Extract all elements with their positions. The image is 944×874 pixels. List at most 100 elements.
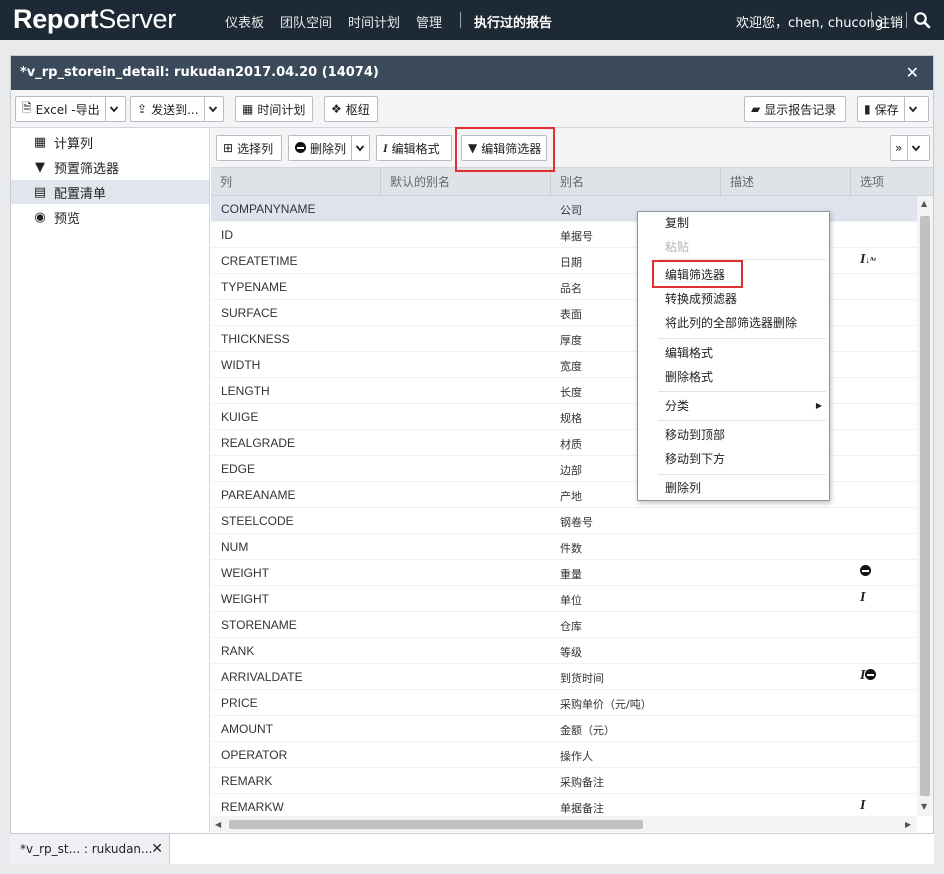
table-row[interactable]: PRICE 采购单价（元/吨）	[211, 690, 917, 716]
scroll-up-icon[interactable]: ▲	[921, 199, 927, 208]
menu-item-convert-prefilter[interactable]: 转换成预滤器	[638, 288, 829, 310]
menu-item-edit-format[interactable]: 编辑格式	[638, 342, 829, 364]
alias-cell[interactable]: 采购备注	[560, 774, 604, 790]
alias-cell[interactable]: 日期	[560, 254, 582, 270]
alias-cell[interactable]: 采购单价（元/吨）	[560, 696, 652, 712]
scroll-right-icon[interactable]: ▶	[905, 820, 911, 829]
alias-cell[interactable]: 仓库	[560, 618, 582, 634]
close-icon[interactable]: ✕	[151, 834, 163, 864]
alias-cell[interactable]: 厚度	[560, 332, 582, 348]
table-row[interactable]: AMOUNT 金额（元）	[211, 716, 917, 742]
horizontal-scrollbar[interactable]: ◀ ▶	[211, 816, 917, 832]
sidebar-item-preview[interactable]: ◉ 预览	[11, 205, 209, 229]
alias-cell[interactable]: 单据号	[560, 228, 593, 244]
table-row[interactable]: STEELCODE 钢卷号	[211, 508, 917, 534]
column-name-cell: KUIGE	[221, 410, 259, 424]
filter-removed-icon	[865, 669, 877, 680]
table-row[interactable]: REMARKW 单据备注 I	[211, 794, 917, 816]
alias-cell[interactable]: 单据备注	[560, 800, 604, 816]
header-alias[interactable]: 别名	[551, 168, 721, 196]
alias-cell[interactable]: 金额（元）	[560, 722, 615, 738]
menu-item-delete-column[interactable]: 删除列	[638, 477, 829, 499]
menu-item-move-bottom[interactable]: 移动到下方	[638, 448, 829, 470]
nav-scheduler[interactable]: 时间计划	[348, 12, 400, 31]
header-column[interactable]: 列	[211, 168, 381, 196]
nav-divider	[871, 12, 872, 28]
alias-cell[interactable]: 长度	[560, 384, 582, 400]
table-row[interactable]: OPERATOR 操作人	[211, 742, 917, 768]
table-row[interactable]: ARRIVALDATE 到货时间 I	[211, 664, 917, 690]
scroll-left-icon[interactable]: ◀	[215, 820, 221, 829]
scrollbar-thumb[interactable]	[920, 216, 930, 796]
send-to-button[interactable]: ⇪ 发送到...	[130, 96, 224, 122]
table-row[interactable]: STORENAME 仓库	[211, 612, 917, 638]
chevron-down-icon[interactable]	[351, 136, 365, 160]
edit-format-button[interactable]: I 编辑格式	[376, 135, 452, 161]
menu-item-copy[interactable]: 复制	[638, 212, 829, 234]
vertical-scrollbar[interactable]: ▲ ▼	[917, 196, 933, 816]
alias-cell[interactable]: 公司	[560, 202, 582, 218]
menu-item-label: 分类	[665, 399, 690, 413]
alias-cell[interactable]: 等级	[560, 644, 582, 660]
scrollbar-thumb[interactable]	[229, 820, 643, 829]
nav-admin[interactable]: 管理	[416, 12, 442, 31]
menu-item-remove-all-filters[interactable]: 将此列的全部筛选器删除	[638, 312, 829, 334]
report-tab[interactable]: *v_rp_st... : rukudan... ✕	[10, 834, 170, 864]
edit-filter-button[interactable]: ▼ 编辑筛选器	[461, 135, 547, 161]
column-name-cell: TYPENAME	[221, 280, 288, 294]
alias-cell[interactable]: 边部	[560, 462, 582, 478]
alias-cell[interactable]: 表面	[560, 306, 582, 322]
header-default-alias[interactable]: 默认的别名	[381, 168, 551, 196]
alias-cell[interactable]: 到货时间	[560, 670, 604, 686]
alias-cell[interactable]: 件数	[560, 540, 582, 556]
nav-dashboard[interactable]: 仪表板	[225, 12, 264, 31]
chevron-down-icon[interactable]	[907, 136, 921, 160]
alias-cell[interactable]: 品名	[560, 280, 582, 296]
expand-toolbar-button[interactable]: »	[890, 135, 930, 161]
table-row[interactable]: RANK 等级	[211, 638, 917, 664]
nav-teamspace[interactable]: 团队空间	[280, 12, 332, 31]
alias-cell[interactable]: 规格	[560, 410, 582, 426]
select-columns-button[interactable]: ⊞ 选择列	[216, 135, 282, 161]
schedule-button[interactable]: ▦ 时间计划	[235, 96, 313, 122]
table-row[interactable]: WEIGHT 重量	[211, 560, 917, 586]
chevron-down-icon[interactable]	[203, 97, 218, 121]
scroll-down-icon[interactable]: ▼	[921, 802, 927, 811]
search-icon[interactable]	[913, 11, 931, 29]
logout-link[interactable]: 注销	[877, 12, 903, 31]
chevron-down-icon[interactable]	[104, 97, 119, 121]
table-row[interactable]: REMARK 采购备注	[211, 768, 917, 794]
alias-cell[interactable]: 材质	[560, 436, 582, 452]
book-icon: ▰	[751, 102, 761, 116]
cubes-icon: ❖	[331, 102, 342, 116]
alias-cell[interactable]: 钢卷号	[560, 514, 593, 530]
table-row[interactable]: NUM 件数	[211, 534, 917, 560]
pivot-button[interactable]: ❖ 枢纽	[324, 96, 378, 122]
column-name-cell: RANK	[221, 644, 255, 658]
header-options[interactable]: 选项	[851, 168, 933, 196]
menu-item-move-top[interactable]: 移动到顶部	[638, 424, 829, 446]
menu-item-remove-format[interactable]: 删除格式	[638, 366, 829, 388]
nav-executed-reports[interactable]: 执行过的报告	[474, 12, 552, 31]
menu-item-group[interactable]: 分类 ▶	[638, 395, 829, 417]
menu-item-edit-filter[interactable]: 编辑筛选器	[638, 264, 829, 286]
alias-cell[interactable]: 宽度	[560, 358, 582, 374]
chevron-down-icon[interactable]	[903, 97, 918, 121]
sidebar-item-configure-list[interactable]: ▤ 配置清单	[11, 180, 209, 204]
alias-cell[interactable]: 操作人	[560, 748, 593, 764]
header-description[interactable]: 描述	[721, 168, 851, 196]
show-history-button[interactable]: ▰ 显示报告记录	[744, 96, 846, 122]
table-row[interactable]: WEIGHT 单位 I	[211, 586, 917, 612]
app-logo[interactable]: ReportServer	[13, 4, 176, 35]
alias-cell[interactable]: 单位	[560, 592, 582, 608]
sidebar-item-prefilters[interactable]: ▼ 预置筛选器	[11, 155, 209, 179]
excel-export-button[interactable]: 🗎 Excel -导出	[15, 96, 126, 122]
close-icon[interactable]: ✕	[906, 63, 919, 82]
double-chevron-icon: »	[895, 141, 903, 155]
delete-column-button[interactable]: 删除列	[288, 135, 370, 161]
alias-cell[interactable]: 重量	[560, 566, 582, 582]
sidebar-item-computed-columns[interactable]: ▦ 计算列	[11, 130, 209, 154]
alias-cell[interactable]: 产地	[560, 488, 582, 504]
column-name-cell: ARRIVALDATE	[221, 670, 303, 684]
save-button[interactable]: ▮ 保存	[857, 96, 929, 122]
